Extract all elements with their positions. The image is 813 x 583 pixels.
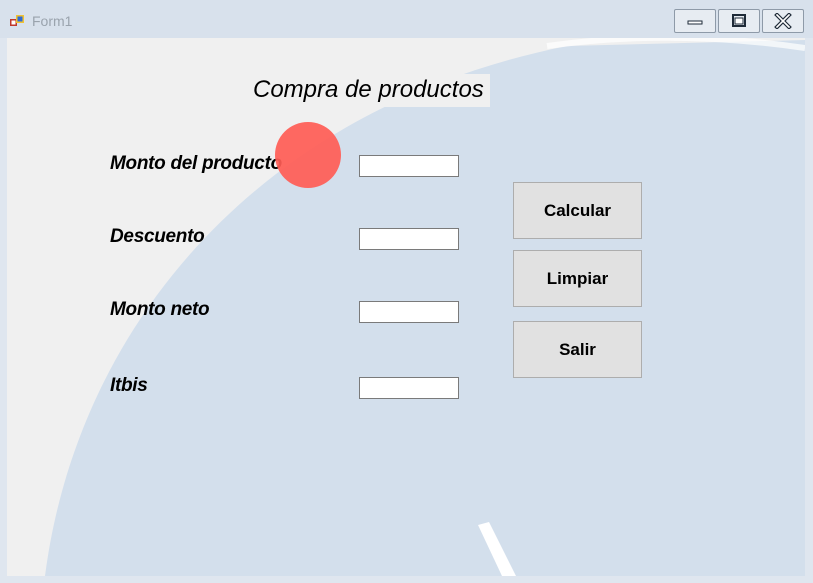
cursor-highlight	[275, 122, 341, 188]
calcular-button[interactable]: Calcular	[513, 182, 642, 239]
minimize-button[interactable]	[674, 9, 716, 33]
maximize-button[interactable]	[718, 9, 760, 33]
title-bar[interactable]: Form1	[0, 0, 813, 38]
maximize-icon	[732, 14, 746, 27]
label-monto-producto: Monto del producto	[110, 153, 282, 174]
label-descuento: Descuento	[110, 226, 205, 247]
close-button[interactable]	[762, 9, 804, 33]
descuento-input[interactable]	[359, 228, 459, 250]
form-heading: Compra de productos	[249, 74, 490, 107]
window-title: Form1	[32, 13, 73, 29]
close-icon	[774, 13, 792, 29]
monto-producto-input[interactable]	[359, 155, 459, 177]
limpiar-button[interactable]: Limpiar	[513, 250, 642, 307]
app-icon	[10, 15, 24, 26]
app-window: Form1 Compra de productos Monto del prod…	[0, 0, 813, 583]
monto-neto-input[interactable]	[359, 301, 459, 323]
label-monto-neto: Monto neto	[110, 299, 210, 320]
form-client-area: Compra de productos Monto del producto D…	[7, 38, 805, 576]
label-itbis: Itbis	[110, 375, 148, 396]
salir-button[interactable]: Salir	[513, 321, 642, 378]
minimize-icon	[687, 20, 703, 25]
itbis-input[interactable]	[359, 377, 459, 399]
